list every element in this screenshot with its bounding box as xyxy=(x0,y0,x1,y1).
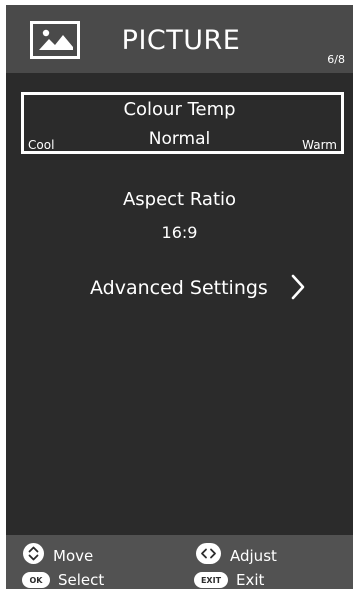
button-hints-bar: Move Adjust OK Select EXIT Exit xyxy=(6,535,353,589)
move-label: Move xyxy=(53,546,94,565)
chevron-right-icon xyxy=(290,273,306,305)
advanced-settings-item[interactable]: Advanced Settings xyxy=(90,273,306,303)
page-indicator: 6/8 xyxy=(327,53,345,66)
adjust-label: Adjust xyxy=(230,546,277,565)
aspect-ratio-label[interactable]: Aspect Ratio xyxy=(6,189,353,210)
move-hint: Move xyxy=(23,543,93,568)
colour-temp-label: Colour Temp xyxy=(123,99,236,120)
picture-menu: PICTURE 6/8 Colour Temp Normal Cool Warm… xyxy=(6,5,353,589)
exit-hint: EXIT Exit xyxy=(194,571,264,589)
picture-icon xyxy=(30,21,80,59)
advanced-settings-label: Advanced Settings xyxy=(90,277,268,299)
page-title: PICTURE xyxy=(121,25,241,56)
exit-label: Exit xyxy=(236,571,265,589)
aspect-ratio-value: 16:9 xyxy=(161,223,198,242)
ok-button-icon: OK xyxy=(22,572,50,588)
colour-temp-min-label: Cool xyxy=(28,138,55,152)
adjust-hint: Adjust xyxy=(196,543,277,568)
select-hint: OK Select xyxy=(22,571,104,589)
exit-button-icon: EXIT xyxy=(194,572,228,588)
select-label: Select xyxy=(58,571,105,589)
left-right-icon xyxy=(196,543,221,568)
colour-temp-value[interactable]: Normal xyxy=(6,129,353,149)
colour-temp-max-label: Warm xyxy=(302,138,337,152)
menu-header: PICTURE 6/8 xyxy=(6,5,353,73)
up-down-icon xyxy=(23,543,44,568)
